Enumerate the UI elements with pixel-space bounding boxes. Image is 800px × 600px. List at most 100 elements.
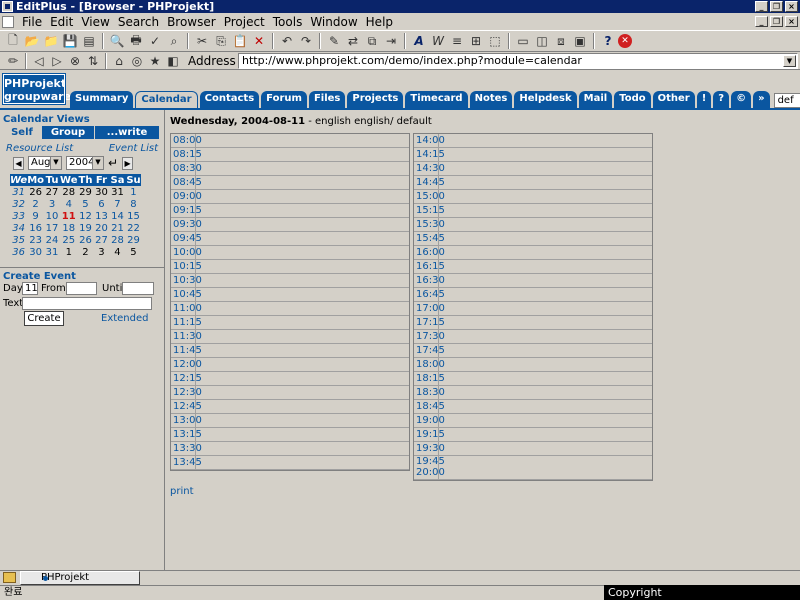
calendar-day[interactable]: 18 — [60, 222, 77, 234]
stop-icon[interactable]: ✕ — [618, 34, 632, 48]
time-slot[interactable]: 14:45 — [414, 176, 652, 190]
tab-projects[interactable]: Projects — [347, 91, 404, 109]
calendar-day[interactable]: 4 — [60, 198, 77, 210]
time-label[interactable]: 15:00 — [414, 190, 445, 204]
menu-view[interactable]: View — [77, 15, 113, 29]
view-self-button[interactable]: Self — [3, 126, 41, 139]
calendar-day[interactable]: 31 — [109, 186, 125, 198]
time-slot[interactable]: 08:45 — [171, 176, 409, 190]
lines-icon[interactable]: ≡ — [448, 32, 466, 50]
time-label[interactable]: 15:15 — [414, 204, 445, 218]
time-slot[interactable]: 15:45 — [414, 232, 652, 246]
stop-loading-icon[interactable]: ⊗ — [66, 52, 84, 70]
menu-project[interactable]: Project — [220, 15, 269, 29]
refresh-icon[interactable]: ⇅ — [84, 52, 102, 70]
year-select[interactable]: 2004 ▼ — [66, 156, 104, 170]
time-slot[interactable]: 18:45 — [414, 400, 652, 414]
time-slot[interactable]: 17:30 — [414, 330, 652, 344]
restore-button[interactable]: ❐ — [770, 1, 783, 12]
time-slot[interactable]: 15:00 — [414, 190, 652, 204]
paste-icon[interactable]: 📋 — [231, 32, 249, 50]
calendar-day[interactable]: 1 — [60, 246, 77, 258]
time-slot[interactable]: 11:15 — [171, 316, 409, 330]
tab-files[interactable]: Files — [308, 91, 346, 109]
time-slot[interactable]: 10:45 — [171, 288, 409, 302]
time-label[interactable]: 09:30 — [171, 218, 202, 232]
time-label[interactable]: 18:00 — [414, 358, 445, 372]
calendar-day[interactable]: 30 — [93, 186, 109, 198]
open-folder-icon[interactable]: 📂 — [23, 32, 41, 50]
tab-copyright[interactable]: © — [731, 91, 752, 109]
calendar-day[interactable]: 10 — [44, 210, 60, 222]
print-icon[interactable]: 🖶 — [127, 32, 145, 50]
time-label[interactable]: 15:45 — [414, 232, 445, 246]
calendar-day[interactable]: 20 — [93, 222, 109, 234]
calendar-day[interactable]: 23 — [27, 234, 44, 246]
calendar-day[interactable]: 2 — [27, 198, 44, 210]
taskbar-item[interactable]: PHProjekt — [20, 571, 140, 585]
time-slot[interactable]: 19:15 — [414, 428, 652, 442]
time-label[interactable]: 08:15 — [171, 148, 202, 162]
time-slot[interactable]: 17:45 — [414, 344, 652, 358]
minimize-button[interactable]: _ — [755, 1, 768, 12]
from-field[interactable] — [66, 282, 97, 295]
document-icon[interactable] — [2, 15, 14, 28]
week-number[interactable]: 36 — [10, 246, 27, 258]
time-slot[interactable]: 13:45 — [171, 456, 409, 470]
time-label[interactable]: 19:45 20:00 — [414, 456, 445, 480]
edit-pencil-icon[interactable]: ✏ — [4, 52, 22, 70]
time-label[interactable]: 10:45 — [171, 288, 202, 302]
time-slot[interactable]: 15:30 — [414, 218, 652, 232]
spellcheck-icon[interactable]: ✓ — [146, 32, 164, 50]
time-label[interactable]: 10:30 — [171, 274, 202, 288]
time-label[interactable]: 11:00 — [171, 302, 202, 316]
calendar-day[interactable]: 24 — [44, 234, 60, 246]
calendar-day[interactable]: 25 — [60, 234, 77, 246]
time-slot[interactable]: 13:30 — [171, 442, 409, 456]
calendar-day[interactable]: 29 — [125, 234, 141, 246]
time-label[interactable]: 19:00 — [414, 414, 445, 428]
time-slot[interactable]: 12:45 — [171, 400, 409, 414]
ruler-icon[interactable]: ⊞ — [467, 32, 485, 50]
tab-timecard[interactable]: Timecard — [405, 91, 468, 109]
time-label[interactable]: 12:00 — [171, 358, 202, 372]
calendar-day[interactable]: 21 — [109, 222, 125, 234]
tab-forum[interactable]: Forum — [261, 91, 307, 109]
folder-icon[interactable] — [3, 572, 16, 583]
time-slot[interactable]: 16:15 — [414, 260, 652, 274]
calendar-day[interactable]: 13 — [93, 210, 109, 222]
time-label[interactable]: 17:15 — [414, 316, 445, 330]
back-icon[interactable]: ◁ — [30, 52, 48, 70]
time-label[interactable]: 16:15 — [414, 260, 445, 274]
close-button[interactable]: × — [785, 1, 798, 12]
menu-help[interactable]: Help — [362, 15, 397, 29]
day-field[interactable]: 11 — [22, 282, 38, 295]
menu-tools[interactable]: Tools — [269, 15, 307, 29]
event-list-link[interactable]: Event List — [109, 143, 158, 154]
until-field[interactable] — [122, 282, 154, 295]
print-preview-icon[interactable]: 🔍 — [108, 32, 126, 50]
new-file-icon[interactable]: 🗋 — [4, 32, 22, 50]
go-return-icon[interactable]: ↵ — [108, 156, 118, 170]
time-label[interactable]: 11:15 — [171, 316, 202, 330]
next-month-icon[interactable]: ▶ — [122, 156, 134, 170]
calendar-day[interactable]: 16 — [27, 222, 44, 234]
time-label[interactable]: 11:30 — [171, 330, 202, 344]
time-slot[interactable]: 19:45 20:00 — [414, 456, 652, 480]
view-group-button[interactable]: Group — [42, 126, 94, 139]
menu-search[interactable]: Search — [114, 15, 163, 29]
time-label[interactable]: 19:30 — [414, 442, 445, 456]
time-slot[interactable]: 19:30 — [414, 442, 652, 456]
tab-summary[interactable]: Summary — [70, 91, 134, 109]
calendar-day[interactable]: 26 — [27, 186, 44, 198]
goto-icon[interactable]: ⇥ — [382, 32, 400, 50]
time-label[interactable]: 14:15 — [414, 148, 445, 162]
time-label[interactable]: 08:00 — [171, 134, 202, 148]
time-label[interactable]: 09:00 — [171, 190, 202, 204]
time-label[interactable]: 12:15 — [171, 372, 202, 386]
time-label[interactable]: 12:30 — [171, 386, 202, 400]
time-slot[interactable]: 09:45 — [171, 232, 409, 246]
calendar-day[interactable]: 17 — [44, 222, 60, 234]
time-label[interactable]: 19:15 — [414, 428, 445, 442]
week-number[interactable]: 35 — [10, 234, 27, 246]
